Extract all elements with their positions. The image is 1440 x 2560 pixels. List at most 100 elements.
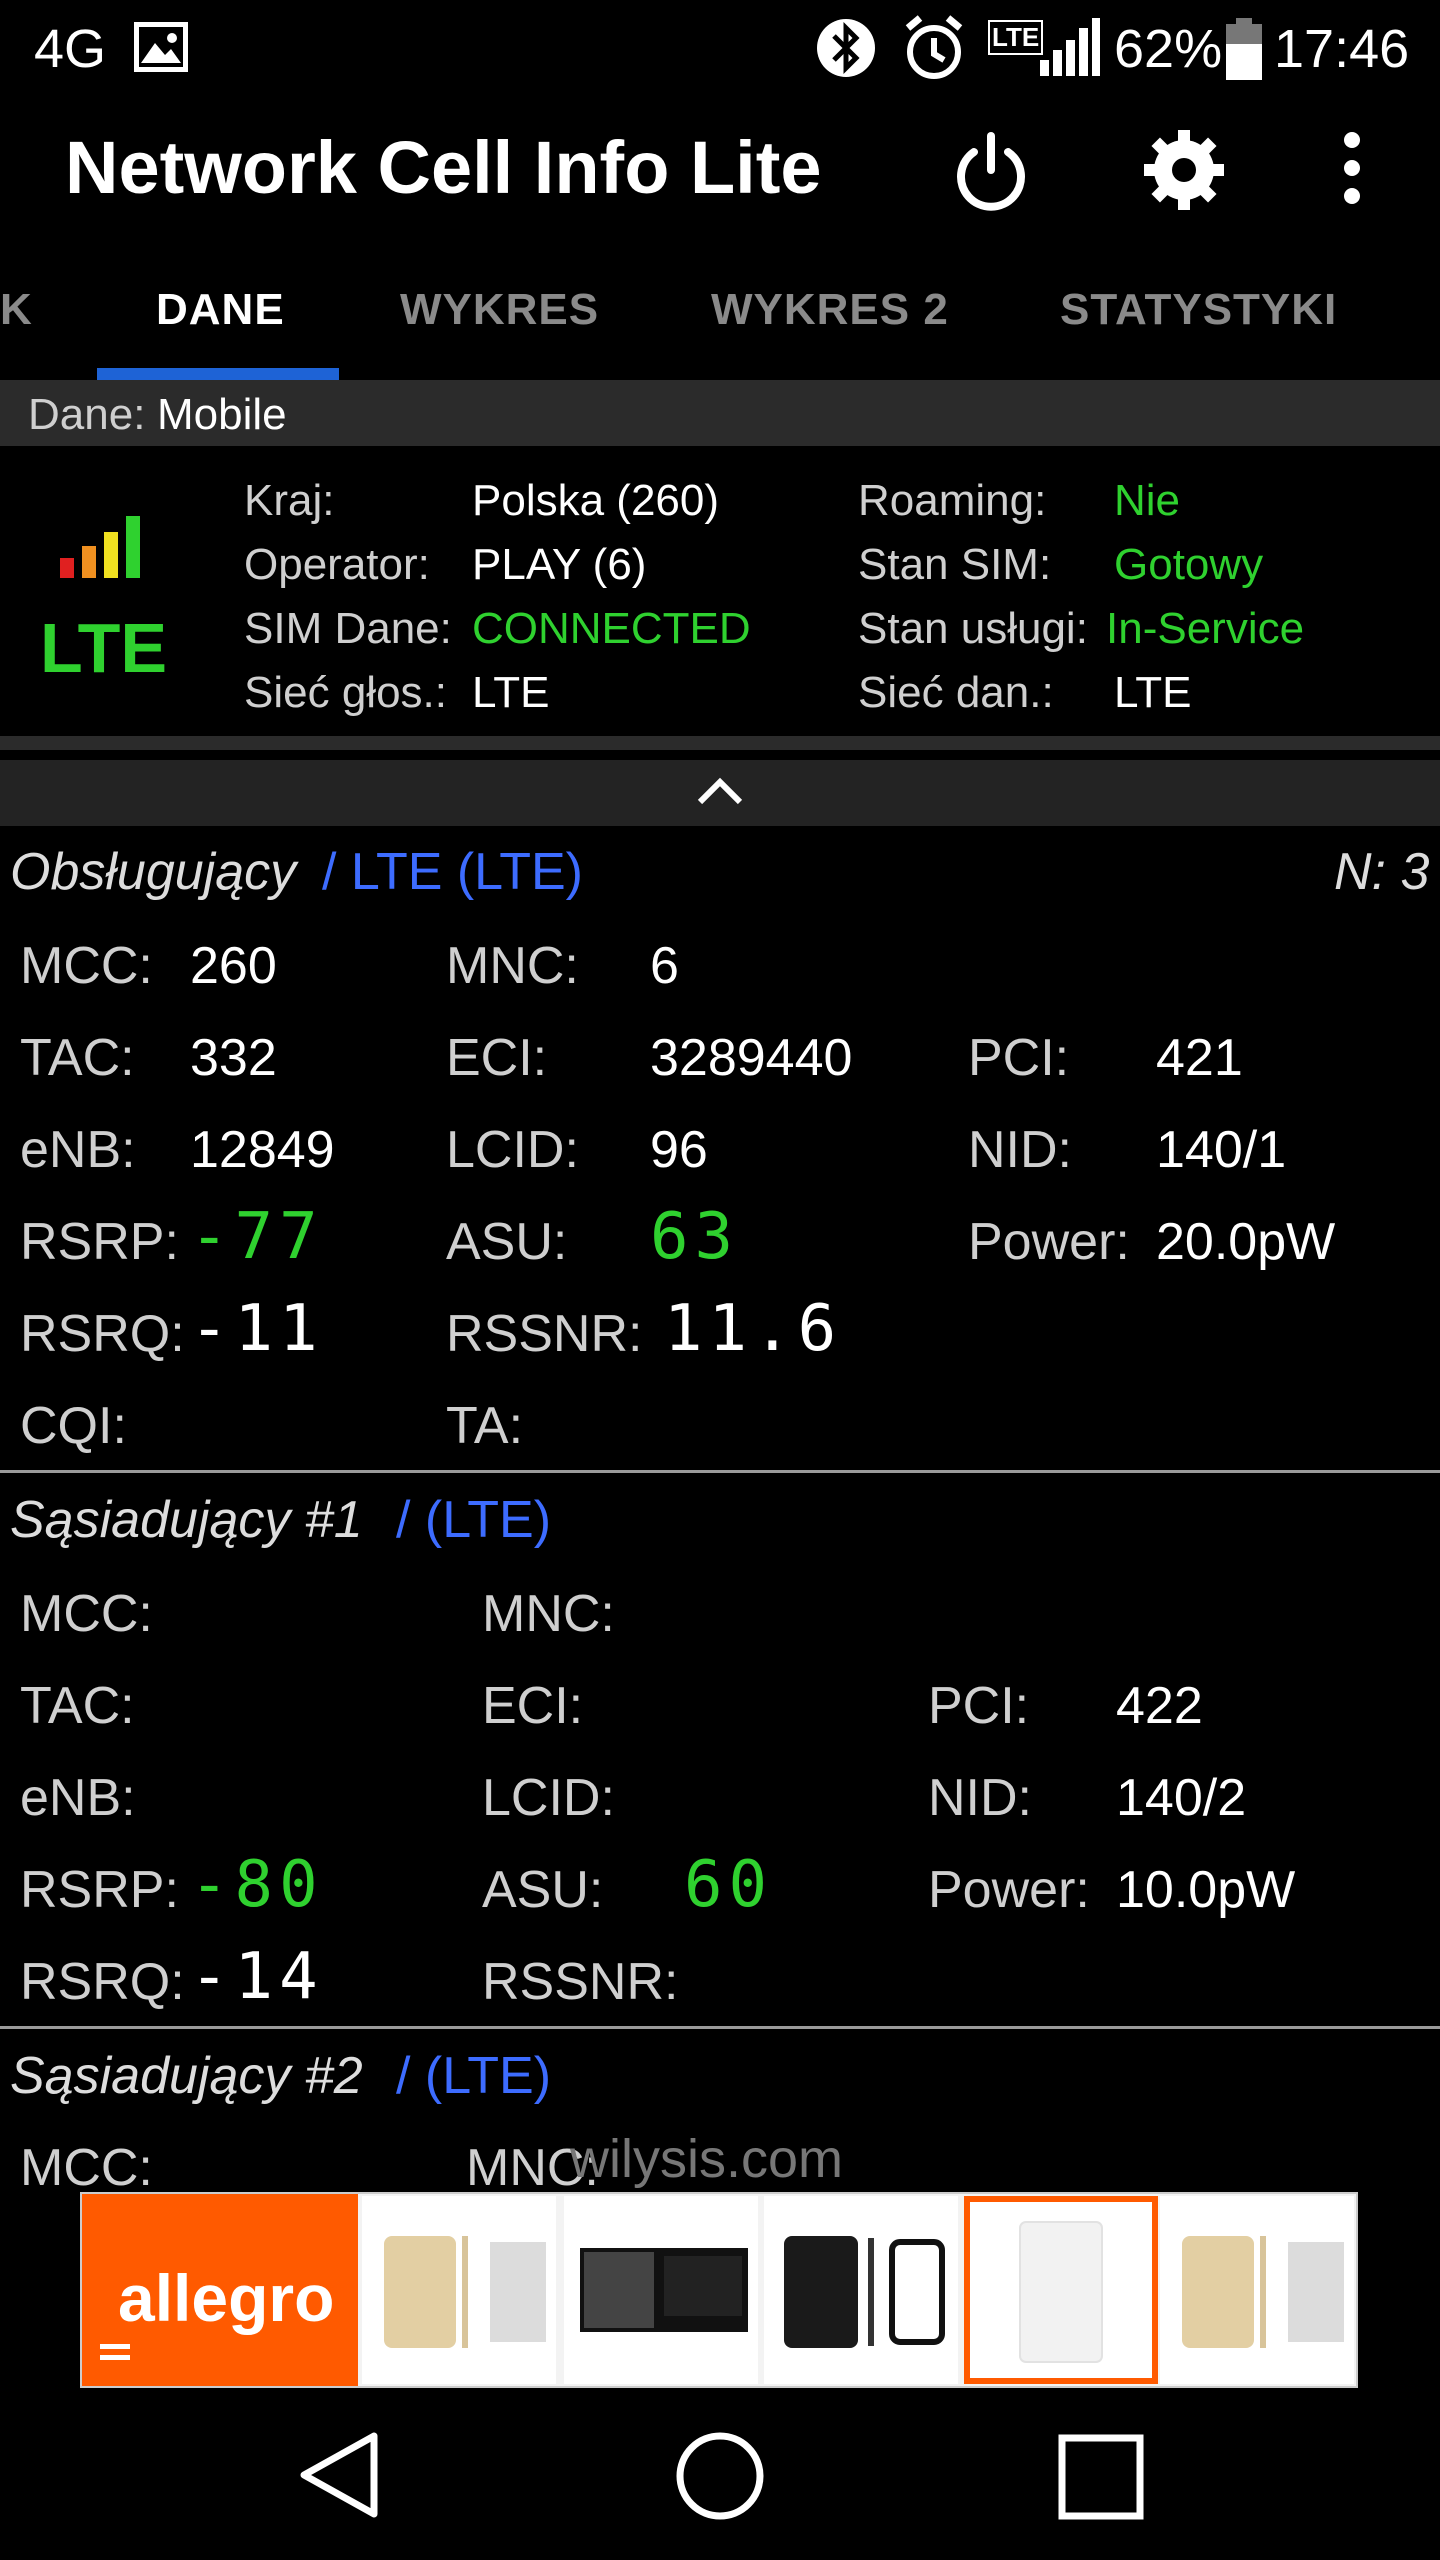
nid-value: 140/1 — [1156, 1121, 1287, 1179]
n1-power-label: Power: — [928, 1861, 1090, 1919]
cell-count: N: 3 — [1334, 843, 1430, 901]
status-bar — [0, 0, 1440, 100]
eci-label: ECI: — [446, 1029, 548, 1087]
lcid-value: 96 — [650, 1121, 708, 1179]
neighbor-1-tech: / (LTE) — [396, 1491, 552, 1549]
n1-power-value: 10.0pW — [1116, 1861, 1296, 1919]
sim-data-label: SIM Dane: — [244, 604, 452, 653]
rsrq-label: RSRQ: — [20, 1305, 185, 1363]
ad-product-2[interactable] — [564, 2196, 758, 2384]
clock: 17:46 — [1274, 19, 1410, 79]
network-info-panel — [0, 446, 1440, 736]
n1-asu-label: ASU: — [482, 1861, 604, 1919]
separator — [0, 736, 1440, 750]
serving-cell-title: Obsługujący — [10, 843, 297, 901]
n1-tac-label: TAC: — [20, 1677, 135, 1735]
mnc-label: MNC: — [446, 937, 579, 995]
ad-product-4-selected[interactable] — [964, 2196, 1158, 2384]
tab-wykres[interactable]: WYKRES — [400, 285, 599, 335]
n1-rsrq-value: -14 — [190, 1940, 324, 2014]
home-icon — [676, 2432, 764, 2520]
data-network-value: LTE — [1114, 668, 1192, 717]
operator-value: PLAY (6) — [472, 540, 647, 589]
ad-product-1[interactable] — [362, 2196, 556, 2384]
signal-bars-icon — [60, 512, 142, 585]
rsrp-label: RSRP: — [20, 1213, 179, 1271]
n1-pci-label: PCI: — [928, 1677, 1030, 1735]
network-type: 4G — [34, 19, 107, 79]
recents-button[interactable] — [1058, 2434, 1144, 2525]
overflow-menu-button[interactable] — [1340, 132, 1364, 209]
enb-label: eNB: — [20, 1121, 136, 1179]
asu-value: 63 — [650, 1200, 740, 1274]
n1-asu-value: 60 — [684, 1848, 774, 1922]
country-value: Polska (260) — [472, 476, 720, 525]
back-icon — [300, 2432, 378, 2518]
recents-icon — [1058, 2434, 1144, 2520]
alarm-icon — [900, 14, 968, 87]
power-icon — [957, 132, 1025, 211]
n1-nid-label: NID: — [928, 1769, 1032, 1827]
cqi-label: CQI: — [20, 1397, 127, 1455]
n1-rssnr-label: RSSNR: — [482, 1953, 679, 2011]
service-state-label: Stan usługi: — [858, 604, 1088, 653]
nid-label: NID: — [968, 1121, 1072, 1179]
app-title: Network Cell Info Lite — [65, 126, 822, 209]
lte-badge: LTE — [988, 20, 1044, 55]
eci-value: 3289440 — [650, 1029, 853, 1087]
home-button[interactable] — [674, 2430, 766, 2527]
neighbor-1-title: Sąsiadujący #1 — [10, 1491, 363, 1549]
data-network-label: Sieć dan.: — [858, 668, 1054, 717]
neighbor-2-title: Sąsiadujący #2 — [10, 2047, 363, 2105]
pci-label: PCI: — [968, 1029, 1070, 1087]
lcid-label: LCID: — [446, 1121, 579, 1179]
n1-pci-value: 422 — [1116, 1677, 1203, 1735]
roaming-label: Roaming: — [858, 476, 1047, 525]
power-value: 20.0pW — [1156, 1213, 1336, 1271]
n1-mnc-label: MNC: — [482, 1585, 615, 1643]
menu-icon — [100, 2340, 130, 2364]
sim-data-value: CONNECTED — [472, 604, 751, 653]
sim-state-label: Stan SIM: — [858, 540, 1052, 589]
mnc-value: 6 — [650, 937, 679, 995]
more-vert-icon — [1344, 132, 1360, 204]
pci-value: 421 — [1156, 1029, 1243, 1087]
bluetooth-icon — [816, 16, 876, 85]
n1-nid-value: 140/2 — [1116, 1769, 1247, 1827]
n1-enb-label: eNB: — [20, 1769, 136, 1827]
section-divider — [0, 1470, 1440, 1473]
settings-button[interactable] — [1142, 128, 1226, 217]
n1-rsrp-label: RSRP: — [20, 1861, 179, 1919]
chevron-up-icon[interactable] — [696, 776, 744, 811]
roaming-value: Nie — [1114, 476, 1181, 525]
tab-wykres-2[interactable]: WYKRES 2 — [711, 285, 949, 335]
n1-rsrp-value: -80 — [190, 1848, 324, 1922]
operator-label: Operator: — [244, 540, 430, 589]
ad-product-3[interactable] — [764, 2196, 958, 2384]
rssnr-value: 11.6 — [664, 1292, 843, 1366]
n1-eci-label: ECI: — [482, 1677, 584, 1735]
mcc-value: 260 — [190, 937, 277, 995]
allegro-brand: allegro — [118, 2261, 335, 2335]
service-state-value: In-Service — [1106, 604, 1305, 653]
tab-dane[interactable]: DANE — [156, 285, 285, 335]
power-button[interactable] — [950, 130, 1032, 217]
tac-value: 332 — [190, 1029, 277, 1087]
watermark: wilysis.com — [570, 2129, 844, 2189]
n1-lcid-label: LCID: — [482, 1769, 615, 1827]
battery-icon — [1226, 18, 1262, 85]
tab-statystyki[interactable]: STATYSTYKI — [1060, 285, 1337, 335]
network-tech: LTE — [40, 609, 168, 687]
ad-product-5[interactable] — [1160, 2196, 1354, 2384]
back-button[interactable] — [296, 2430, 386, 2525]
tab-partial[interactable]: K — [0, 285, 33, 335]
rssnr-label: RSSNR: — [446, 1305, 643, 1363]
n2-mcc-label: MCC: — [20, 2139, 153, 2197]
tac-label: TAC: — [20, 1029, 135, 1087]
rsrp-value: -77 — [190, 1200, 324, 1274]
mcc-label: MCC: — [20, 937, 153, 995]
gear-icon — [1144, 130, 1224, 210]
data-type-label: Dane: — [28, 390, 146, 439]
n1-rsrq-label: RSRQ: — [20, 1953, 185, 2011]
voice-network-value: LTE — [472, 668, 550, 717]
